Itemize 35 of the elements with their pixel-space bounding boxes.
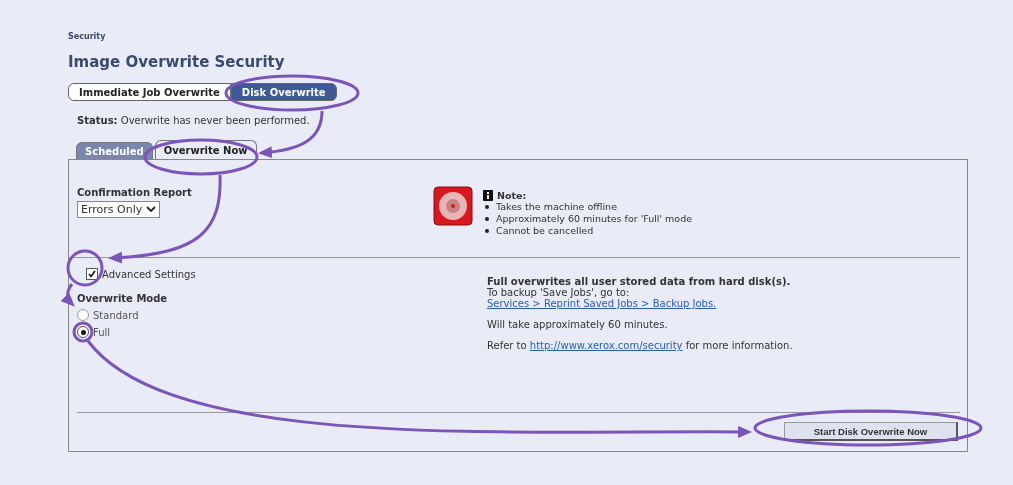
annotation-circle (72, 321, 94, 343)
info-icon (483, 190, 493, 201)
start-button[interactable]: Start Disk Overwrite Now (784, 422, 958, 441)
mode-button[interactable]: Immediate Job Overwrite (68, 83, 231, 101)
tab[interactable]: Scheduled (76, 142, 153, 159)
breadcrumb: Security (68, 32, 107, 41)
field-label: Overwrite Mode (77, 293, 169, 304)
info-heading: Full overwrites all user stored data from hard disk(s). (487, 276, 792, 287)
report-select[interactable]: Errors Only (77, 201, 161, 218)
chevron-icon (146, 206, 157, 213)
page-title: Image Overwrite Security (68, 53, 286, 71)
checkmark-icon (88, 270, 96, 278)
annotation-circle (66, 249, 104, 287)
annotation-arrow (60, 283, 75, 307)
radio-button[interactable] (77, 326, 89, 338)
info-text: Refer to http://www.xerox.com/security for more information. (487, 340, 793, 351)
note-item: Approximately 60 minutes for 'Full' mode (496, 213, 693, 225)
bullet-icon (485, 205, 489, 209)
note-title: Note: (497, 190, 527, 201)
mode-button[interactable]: Disk Overwrite (230, 83, 337, 101)
checkbox-label: Advanced Settings (102, 268, 196, 280)
info-text: Will take approximately 60 minutes. (487, 319, 669, 330)
status-text: Status: Overwrite has never been performed. (77, 115, 311, 126)
checkbox[interactable] (86, 268, 98, 280)
radio-label: Standard (93, 309, 139, 321)
info-text: To backup 'Save Jobs', go to: (487, 287, 630, 298)
backup-link[interactable]: Services > Reprint Saved Jobs > Backup Jobs. (487, 298, 717, 309)
radio-button[interactable] (77, 309, 89, 321)
security-link[interactable]: http://www.xerox.com/security (529, 340, 683, 351)
note-item: Cannot be cancelled (496, 225, 594, 237)
note-item: Takes the machine offline (496, 201, 617, 213)
bullet-icon (485, 229, 489, 233)
field-label: Confirmation Report (77, 187, 193, 198)
bullet-icon (485, 217, 489, 221)
radio-label: Full (93, 326, 111, 338)
